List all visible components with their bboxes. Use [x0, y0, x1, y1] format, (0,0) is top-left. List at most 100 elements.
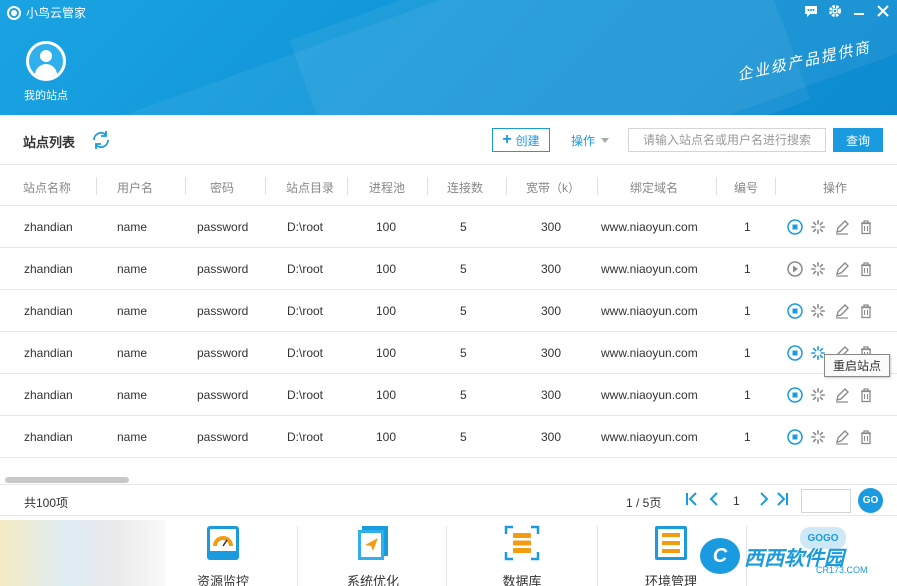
dock-label: 环境管理 — [644, 574, 697, 586]
horizontal-scrollbar[interactable] — [5, 477, 129, 483]
dock-item-environment[interactable]: 环境管理 — [636, 524, 706, 586]
app-title-text: 小鸟云管家 — [26, 6, 87, 20]
cell-conn: 5 — [460, 304, 467, 318]
cell-site: zhandian — [24, 430, 73, 444]
cell-bandwidth: 300 — [541, 346, 562, 360]
page-jump-input[interactable] — [801, 489, 851, 513]
cell-user: name — [117, 430, 148, 444]
gear-icon[interactable] — [827, 3, 843, 19]
column-header: 站点名称 — [23, 181, 72, 195]
app-title: 小鸟云管家 — [7, 4, 86, 21]
play-icon[interactable] — [787, 261, 803, 277]
go-button[interactable]: GO — [858, 488, 883, 513]
current-page[interactable]: 1 — [733, 494, 740, 508]
restart-tooltip: 重启站点 — [824, 354, 891, 377]
cell-user: name — [117, 304, 148, 318]
dock-item-database[interactable]: 数据库 — [487, 524, 557, 586]
cell-pool: 100 — [376, 220, 397, 234]
chat-icon[interactable] — [803, 3, 819, 19]
restart-icon[interactable] — [810, 261, 826, 277]
table-row[interactable]: zhandian name password D:\root 100 5 300 www.ni… — [0, 290, 897, 332]
column-header: 连接数 — [447, 181, 484, 195]
cell-bandwidth: 300 — [541, 430, 562, 444]
edit-icon[interactable] — [834, 303, 850, 319]
cell-user: name — [117, 262, 148, 276]
edit-icon[interactable] — [834, 387, 850, 403]
cell-site: zhandian — [24, 304, 73, 318]
refresh-icon[interactable] — [90, 129, 112, 151]
dock-item-system-optimize[interactable]: 系统优化 — [338, 524, 408, 586]
cell-bandwidth: 300 — [541, 388, 562, 402]
table-header: 站点名称 用户名 密码 站点目录 进程池 连接数 宽带（k） 绑定域名 编号 操… — [0, 166, 897, 206]
table-row[interactable]: zhandian name password D:\root 100 5 300 www.ni… — [0, 416, 897, 458]
cell-password: password — [197, 388, 249, 402]
cell-id: 1 — [744, 430, 751, 444]
column-header: 操作 — [823, 181, 848, 195]
user-avatar-icon — [26, 41, 66, 81]
restart-icon[interactable] — [810, 387, 826, 403]
cell-pool: 100 — [376, 346, 397, 360]
stop-icon[interactable] — [787, 345, 803, 361]
minimize-icon[interactable] — [851, 3, 867, 19]
cell-pool: 100 — [376, 430, 397, 444]
edit-icon[interactable] — [834, 429, 850, 445]
prev-page-icon[interactable] — [706, 491, 722, 507]
cell-user: name — [117, 388, 148, 402]
cell-user: name — [117, 346, 148, 360]
database-icon — [504, 525, 540, 561]
cell-dir: D:\root — [287, 430, 324, 444]
last-page-icon[interactable] — [774, 491, 790, 507]
dock-item-resource-monitor[interactable]: 资源监控 — [188, 524, 258, 586]
table-row[interactable]: zhandian name password D:\root 100 5 300 www.ni… — [0, 332, 897, 374]
column-header: 宽带（k） — [526, 181, 581, 195]
my-site-button[interactable]: 我的站点 — [20, 41, 72, 103]
cell-bandwidth: 300 — [541, 262, 562, 276]
next-page-icon[interactable] — [756, 491, 772, 507]
app-header: 小鸟云管家 我的站点 企业级产品提供商 — [0, 0, 897, 115]
restart-icon[interactable] — [810, 219, 826, 235]
search-button[interactable]: 查询 — [833, 128, 883, 152]
table-row[interactable]: zhandian name password D:\root 100 5 300 www.ni… — [0, 248, 897, 290]
delete-icon[interactable] — [858, 429, 874, 445]
cell-site: zhandian — [24, 220, 73, 234]
gauge-icon — [207, 526, 239, 560]
cell-domain: www.niaoyun.com — [601, 430, 698, 444]
cell-pool: 100 — [376, 388, 397, 402]
search-input[interactable] — [628, 128, 826, 152]
cell-pool: 100 — [376, 304, 397, 318]
column-header: 密码 — [210, 181, 235, 195]
restart-icon[interactable] — [810, 303, 826, 319]
cell-id: 1 — [744, 388, 751, 402]
cell-id: 1 — [744, 262, 751, 276]
table-row[interactable]: zhandian name password D:\root 100 5 300 www.ni… — [0, 206, 897, 248]
stop-icon[interactable] — [787, 303, 803, 319]
dock-label: 数据库 — [502, 574, 542, 586]
operation-dropdown[interactable]: 操作 — [571, 132, 610, 149]
cell-id: 1 — [744, 346, 751, 360]
column-header: 编号 — [734, 181, 759, 195]
edit-icon[interactable] — [834, 219, 850, 235]
delete-icon[interactable] — [858, 387, 874, 403]
optimize-icon — [358, 526, 388, 560]
cell-dir: D:\root — [287, 346, 324, 360]
page-info: 1 / 5页 — [626, 496, 662, 510]
create-label: 创建 — [515, 133, 540, 148]
cell-domain: www.niaoyun.com — [601, 388, 698, 402]
restart-icon[interactable] — [810, 429, 826, 445]
caret-down-icon — [601, 138, 610, 143]
delete-icon[interactable] — [858, 219, 874, 235]
cell-password: password — [197, 304, 249, 318]
delete-icon[interactable] — [858, 303, 874, 319]
stop-icon[interactable] — [787, 429, 803, 445]
first-page-icon[interactable] — [684, 491, 700, 507]
cell-id: 1 — [744, 220, 751, 234]
edit-icon[interactable] — [834, 261, 850, 277]
stop-icon[interactable] — [787, 219, 803, 235]
toolbar: 站点列表 + 创建 操作 查询 — [0, 115, 897, 165]
total-count: 共100项 — [24, 496, 69, 510]
stop-icon[interactable] — [787, 387, 803, 403]
delete-icon[interactable] — [858, 261, 874, 277]
close-icon[interactable] — [875, 3, 891, 19]
table-row[interactable]: zhandian name password D:\root 100 5 300 www.ni… — [0, 374, 897, 416]
create-button[interactable]: + 创建 — [492, 128, 550, 152]
